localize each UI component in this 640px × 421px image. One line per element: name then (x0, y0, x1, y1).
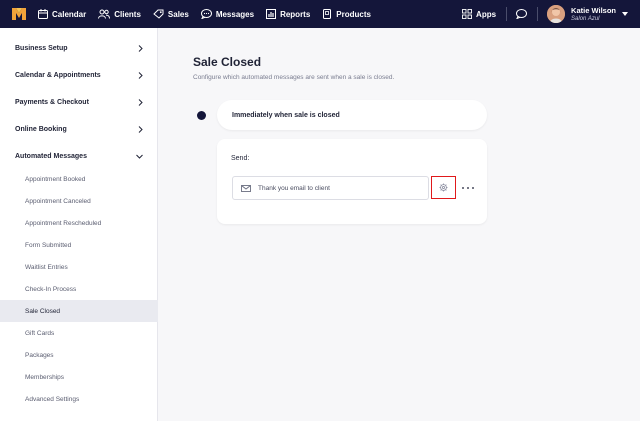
sidebar-section-label: Online Booking (15, 126, 67, 133)
sidebar-item-check-in-process[interactable]: Check-In Process (0, 278, 158, 300)
nav-divider (537, 7, 539, 21)
nav-reports[interactable]: Reports (266, 0, 310, 28)
sidebar-section-label: Automated Messages (15, 153, 87, 160)
calendar-icon (38, 9, 48, 19)
nav-right: Apps Katie Wilson Salon Azul (462, 0, 640, 28)
nav-products[interactable]: Products (322, 0, 371, 28)
more-dot (462, 186, 464, 189)
sidebar-item-appointment-rescheduled[interactable]: Appointment Rescheduled (0, 212, 158, 234)
sidebar-item-label: Gift Cards (25, 329, 55, 337)
trigger-label: Immediately when sale is closed (232, 111, 340, 119)
sidebar-item-label: Form Submitted (25, 241, 72, 249)
envelope-icon (241, 184, 251, 192)
apps-label: Apps (476, 9, 497, 19)
chevron-down-icon (136, 154, 143, 159)
timeline-dot (197, 111, 206, 120)
avatar[interactable] (547, 5, 566, 23)
page-title: Sale Closed (193, 55, 262, 69)
sidebar-section-automated-messages[interactable]: Automated Messages (0, 143, 158, 170)
box-icon (323, 9, 332, 19)
send-card: Send: Thank you email to client (217, 139, 487, 224)
chat-bubble-icon (516, 9, 528, 19)
sidebar-item-appointment-booked[interactable]: Appointment Booked (0, 168, 158, 190)
chevron-down-icon[interactable] (622, 12, 628, 16)
gear-icon (439, 183, 448, 192)
more-dot (467, 186, 469, 189)
sidebar-item-form-submitted[interactable]: Form Submitted (0, 234, 158, 256)
sidebar-section-calendar-appointments[interactable]: Calendar & Appointments (0, 62, 158, 89)
top-nav: Calendar Clients Sales Messages Reports … (0, 0, 640, 28)
nav-calendar[interactable]: Calendar (38, 0, 86, 28)
sidebar-item-label: Waitlist Entries (25, 263, 68, 271)
nav-clients-label: Clients (114, 9, 141, 19)
tag-icon (153, 9, 164, 19)
sidebar-item-label: Packages (25, 351, 54, 359)
sidebar-item-memberships[interactable]: Memberships (0, 366, 158, 388)
sidebar-item-appointment-canceled[interactable]: Appointment Canceled (0, 190, 158, 212)
nav-calendar-label: Calendar (52, 9, 87, 19)
more-dot (472, 186, 474, 189)
chat-icon (200, 9, 212, 19)
nav-products-label: Products (336, 9, 371, 19)
clients-icon (98, 9, 111, 19)
logo[interactable] (12, 8, 26, 20)
sidebar-section-label: Payments & Checkout (15, 99, 89, 106)
chevron-right-icon (138, 45, 143, 52)
nav-reports-label: Reports (280, 9, 311, 19)
send-label: Send: (231, 155, 250, 162)
user-salon: Salon Azul (571, 15, 600, 22)
nav-messages[interactable]: Messages (200, 0, 255, 28)
sidebar: Business Setup Calendar & Appointments P… (0, 28, 158, 421)
user-name: Katie Wilson (571, 5, 616, 15)
sidebar-item-label: Check-In Process (25, 285, 77, 293)
chevron-right-icon (138, 72, 143, 79)
sidebar-section-payments-checkout[interactable]: Payments & Checkout (0, 89, 158, 116)
nav-messages-label: Messages (215, 9, 255, 19)
nav-clients[interactable]: Clients (98, 0, 141, 28)
apps-button[interactable]: Apps (462, 9, 496, 19)
sidebar-item-packages[interactable]: Packages (0, 344, 158, 366)
sidebar-section-label: Calendar & Appointments (15, 72, 101, 79)
sidebar-item-gift-cards[interactable]: Gift Cards (0, 322, 158, 344)
sidebar-item-label: Appointment Rescheduled (25, 219, 102, 227)
nav-sales-label: Sales (167, 9, 189, 19)
sidebar-item-label: Appointment Booked (25, 175, 86, 183)
sidebar-item-label: Advanced Settings (25, 395, 80, 403)
user-info[interactable]: Katie Wilson Salon Azul (571, 6, 616, 23)
sidebar-item-advanced-settings[interactable]: Advanced Settings (0, 388, 158, 410)
sidebar-item-waitlist-entries[interactable]: Waitlist Entries (0, 256, 158, 278)
sidebar-section-label: Business Setup (15, 45, 68, 52)
message-value: Thank you email to client (258, 184, 330, 192)
nav-divider (506, 7, 508, 21)
message-field[interactable]: Thank you email to client (232, 176, 429, 200)
sidebar-item-label: Appointment Canceled (25, 197, 91, 205)
grid-icon (462, 9, 472, 19)
nav-sales[interactable]: Sales (153, 0, 189, 28)
chevron-right-icon (138, 99, 143, 106)
chevron-right-icon (138, 126, 143, 133)
trigger-pill[interactable]: Immediately when sale is closed (217, 100, 487, 130)
sidebar-item-label: Sale Closed (25, 307, 61, 315)
sidebar-item-sale-closed[interactable]: Sale Closed (0, 300, 158, 322)
more-options-button[interactable] (462, 183, 474, 192)
sidebar-section-online-booking[interactable]: Online Booking (0, 116, 158, 143)
chat-button[interactable] (516, 9, 528, 19)
bar-chart-icon (266, 9, 277, 19)
sidebar-item-label: Memberships (25, 373, 65, 381)
page-subtitle: Configure which automated messages are s… (193, 74, 395, 81)
sidebar-section-business-setup[interactable]: Business Setup (0, 35, 158, 62)
settings-gear-button[interactable] (431, 176, 456, 199)
